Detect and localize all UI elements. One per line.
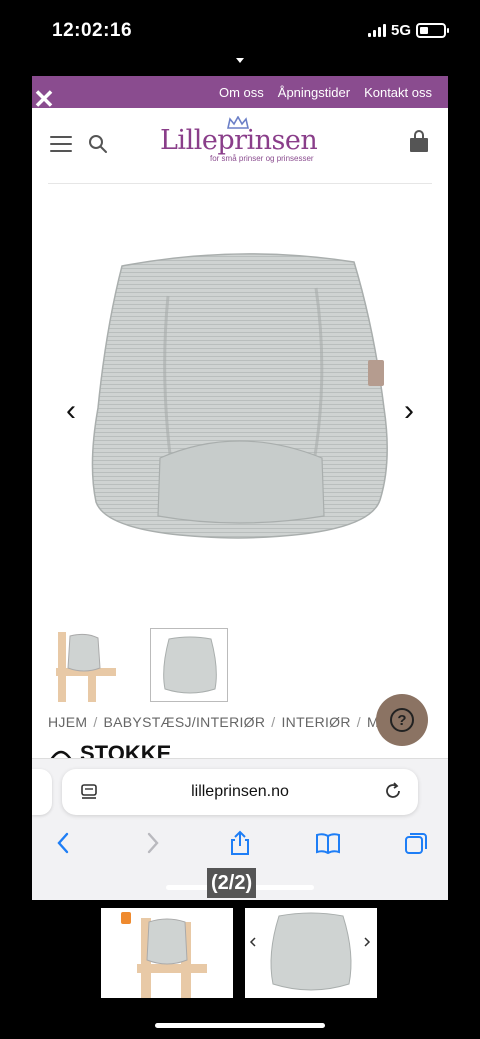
reload-icon[interactable] (384, 782, 402, 800)
crown-icon (227, 116, 249, 129)
battery-icon (416, 23, 449, 38)
site-logo[interactable]: Lilleprinsen for små prinser og prinsess… (160, 116, 340, 172)
search-icon[interactable] (88, 134, 108, 154)
url-text: lilleprinsen.no (191, 783, 289, 800)
link-apningstider[interactable]: Åpningstider (278, 85, 350, 100)
breadcrumb-item-babystaesj[interactable]: BABYSTÆSJ/INTERIØR (104, 714, 266, 730)
forward-icon[interactable] (138, 829, 166, 857)
address-bar[interactable]: lilleprinsen.no (62, 769, 418, 815)
chevron-right-icon[interactable]: › (398, 396, 420, 426)
status-time: 12:02:16 (52, 20, 133, 41)
home-indicator[interactable] (155, 1023, 325, 1028)
previous-tab-stub[interactable] (32, 769, 52, 815)
status-bar: 12:02:16 5G (0, 0, 480, 63)
site-header: Lilleprinsen for små prinser og prinsess… (48, 108, 432, 184)
logo-title: Lilleprinsen (160, 125, 318, 156)
bottom-thumbnail-1[interactable] (101, 908, 233, 998)
link-kontakt-oss[interactable]: Kontakt oss (364, 85, 432, 100)
bottom-thumbnail-2[interactable] (245, 908, 377, 998)
share-icon[interactable] (226, 829, 254, 857)
question-icon: ? (390, 708, 414, 732)
logo-tagline: for små prinser og prinsesser (210, 154, 314, 163)
thumbnail-cushion[interactable] (150, 628, 228, 702)
breadcrumb: HJEM / BABYSTÆSJ/INTERIØR / INTERIØR / M (48, 714, 379, 730)
tabs-icon[interactable] (402, 829, 430, 857)
product-image-gallery: ‹ › (32, 184, 448, 614)
caret-down-icon (236, 58, 244, 63)
safari-bottom-toolbar (32, 825, 448, 865)
shopping-bag-icon[interactable] (408, 130, 430, 154)
thumbnail-strip (48, 628, 228, 702)
product-image[interactable] (88, 248, 392, 548)
menu-icon[interactable] (50, 136, 72, 152)
screenshot-viewer: Om oss Åpningstider Kontakt oss ✕ Lillep… (32, 76, 448, 900)
network-label: 5G (390, 22, 411, 39)
image-counter: (2/2) (207, 868, 257, 898)
help-button[interactable]: ? (376, 694, 428, 746)
link-om-oss[interactable]: Om oss (219, 85, 264, 100)
top-links-bar: Om oss Åpningstider Kontakt oss (32, 76, 448, 108)
back-icon[interactable] (50, 829, 78, 857)
book-icon[interactable] (314, 829, 342, 857)
signal-icon (367, 24, 386, 37)
thumbnail-chair[interactable] (48, 628, 126, 702)
status-icons: 5G (367, 22, 449, 39)
battery-level (420, 27, 428, 34)
chevron-left-icon[interactable]: ‹ (60, 396, 82, 426)
brand-tag (368, 360, 384, 386)
breadcrumb-item-hjem[interactable]: HJEM (48, 714, 87, 730)
breadcrumb-item-interior[interactable]: INTERIØR (281, 714, 350, 730)
